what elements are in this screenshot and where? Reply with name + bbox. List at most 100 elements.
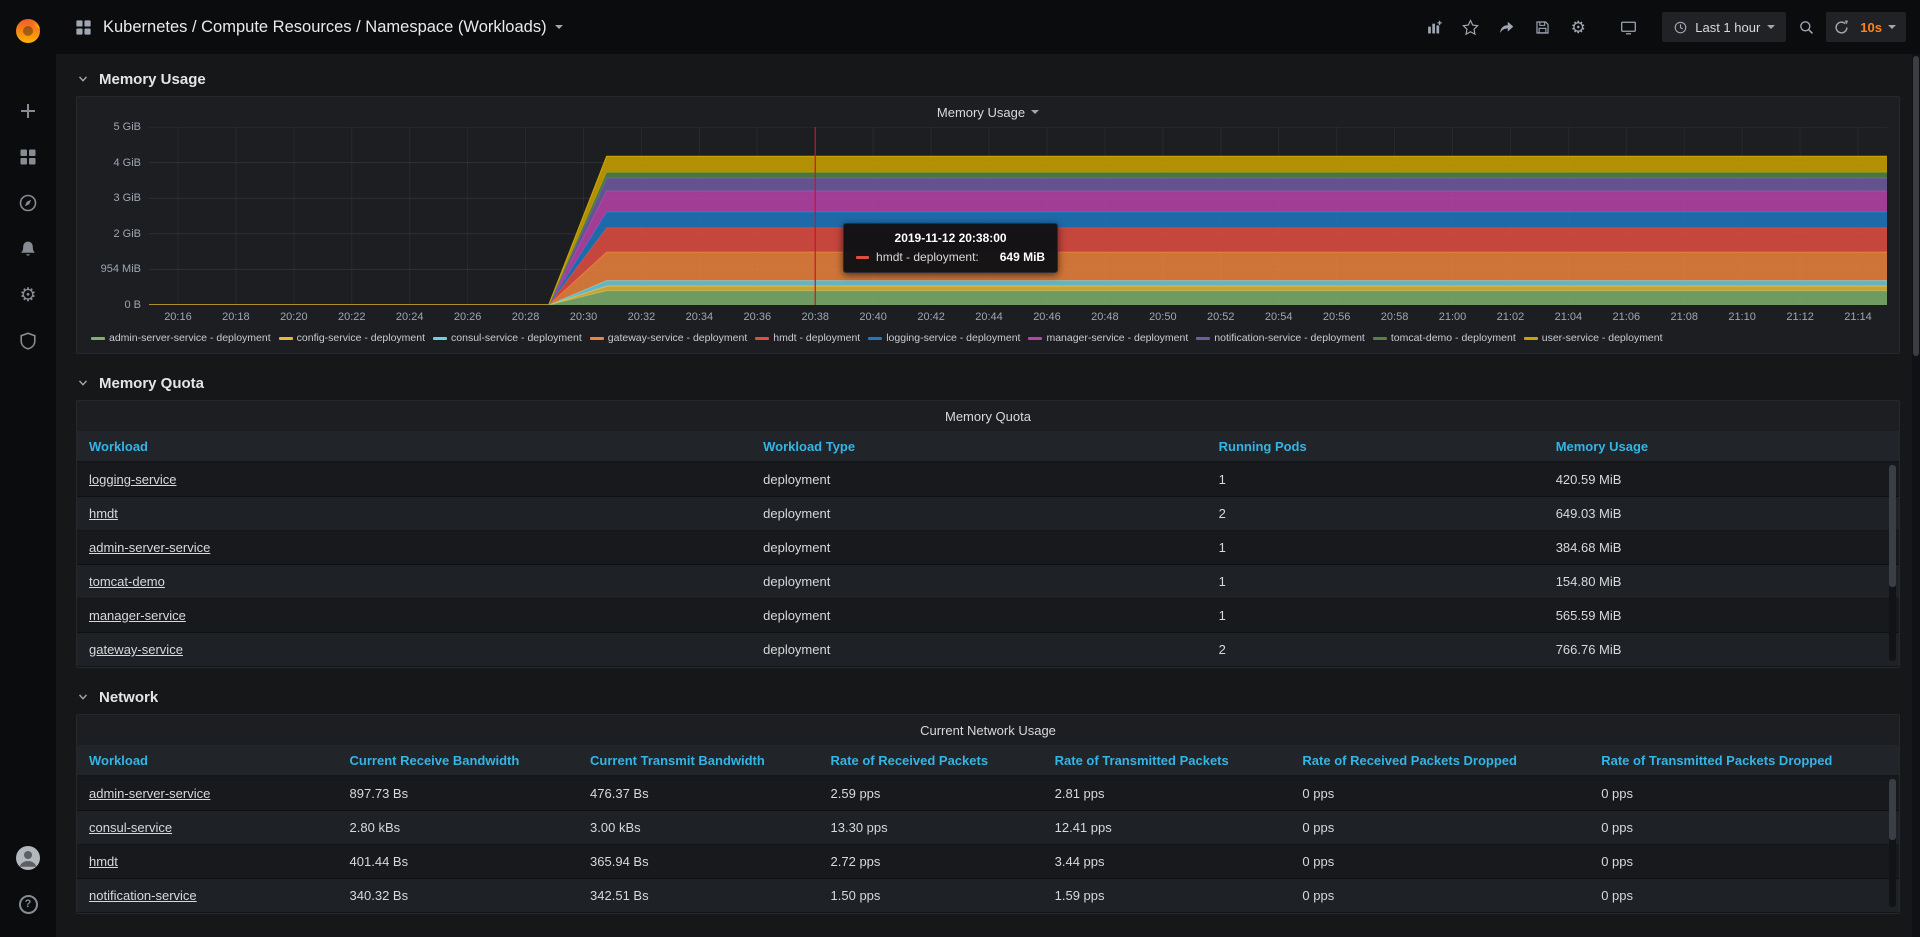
table-cell: gateway-service: [77, 642, 751, 657]
explore-compass-button[interactable]: [7, 182, 49, 224]
memory-quota-panel-title[interactable]: Memory Quota: [77, 401, 1899, 431]
workload-link[interactable]: logging-service: [89, 472, 176, 487]
x-axis-label: 21:08: [1670, 311, 1698, 323]
memory-usage-plot[interactable]: 2019-11-12 20:38:00 hmdt - deployment: 6…: [149, 127, 1887, 305]
x-axis-label: 20:56: [1323, 311, 1351, 323]
table-cell: deployment: [751, 608, 1207, 623]
column-header[interactable]: Workload Type: [751, 439, 1207, 454]
table-cell: 565.59 MiB: [1544, 608, 1899, 623]
memory-usage-panel-title[interactable]: Memory Usage: [77, 97, 1899, 127]
network-panel-title[interactable]: Current Network Usage: [77, 715, 1899, 745]
legend-item[interactable]: manager-service - deployment: [1028, 332, 1188, 344]
table-scrollbar[interactable]: [1889, 465, 1896, 661]
table-row: manager-servicedeployment1565.59 MiB: [77, 599, 1899, 633]
legend-item[interactable]: admin-server-service - deployment: [91, 332, 271, 344]
column-header[interactable]: Rate of Transmitted Packets Dropped: [1589, 753, 1899, 768]
create-plus-button[interactable]: [7, 90, 49, 132]
refresh-controls: 10s: [1826, 12, 1906, 42]
legend-item[interactable]: consul-service - deployment: [433, 332, 582, 344]
share-button[interactable]: [1490, 12, 1522, 42]
table-cell: 154.80 MiB: [1544, 574, 1899, 589]
tooltip-series-row: hmdt - deployment: 649 MiB: [856, 250, 1045, 264]
column-header[interactable]: Rate of Received Packets: [819, 753, 1043, 768]
column-header[interactable]: Workload: [77, 439, 751, 454]
workload-link[interactable]: hmdt: [89, 506, 118, 521]
cycle-view-monitor-button[interactable]: [1612, 12, 1644, 42]
dashboard-grid-icon[interactable]: [74, 18, 93, 37]
workload-link[interactable]: gateway-service: [89, 642, 183, 657]
table-cell: 1.59 pps: [1043, 888, 1291, 903]
column-header[interactable]: Memory Usage: [1544, 439, 1899, 454]
add-panel-button[interactable]: [1418, 12, 1450, 42]
x-axis-label: 21:04: [1555, 311, 1583, 323]
legend-label: consul-service - deployment: [451, 332, 582, 344]
workload-link[interactable]: consul-service: [89, 820, 172, 835]
refresh-button[interactable]: [1826, 12, 1856, 42]
scrollbar-thumb[interactable]: [1913, 56, 1919, 356]
x-axis-label: 21:06: [1613, 311, 1641, 323]
scrollbar-thumb[interactable]: [1889, 465, 1896, 587]
dashboard-title[interactable]: Kubernetes / Compute Resources / Namespa…: [103, 18, 563, 37]
section-memory-usage[interactable]: Memory Usage: [76, 62, 1900, 96]
column-header[interactable]: Workload: [77, 753, 338, 768]
workload-link[interactable]: hmdt: [89, 854, 118, 869]
table-cell: 0 pps: [1589, 888, 1899, 903]
table-header-row: WorkloadCurrent Receive BandwidthCurrent…: [77, 745, 1899, 777]
scrollbar-thumb[interactable]: [1889, 779, 1896, 840]
table-cell: 340.32 Bs: [338, 888, 579, 903]
legend-label: manager-service - deployment: [1046, 332, 1188, 344]
help-button[interactable]: ?: [7, 883, 49, 925]
page-scrollbar[interactable]: [1912, 54, 1920, 937]
x-axis-label: 20:58: [1381, 311, 1409, 323]
column-header[interactable]: Current Receive Bandwidth: [338, 753, 579, 768]
alerting-bell-button[interactable]: [7, 228, 49, 270]
table-scrollbar[interactable]: [1889, 779, 1896, 907]
chevron-down-icon: [1031, 110, 1039, 114]
panel-title-text: Current Network Usage: [920, 723, 1056, 738]
legend-item[interactable]: hmdt - deployment: [755, 332, 860, 344]
chart-legend: admin-server-service - deployment config-…: [77, 329, 1899, 353]
grafana-logo[interactable]: [10, 12, 46, 48]
workload-link[interactable]: manager-service: [89, 608, 186, 623]
section-network[interactable]: Network: [76, 680, 1900, 714]
column-header[interactable]: Rate of Received Packets Dropped: [1290, 753, 1589, 768]
column-header[interactable]: Running Pods: [1207, 439, 1544, 454]
table-cell: 401.44 Bs: [338, 854, 579, 869]
section-memory-quota[interactable]: Memory Quota: [76, 366, 1900, 400]
save-button[interactable]: [1526, 12, 1558, 42]
tooltip-series-value: 649 MiB: [1000, 250, 1045, 264]
x-axis-label: 21:12: [1786, 311, 1814, 323]
x-axis-label: 20:22: [338, 311, 366, 323]
legend-item[interactable]: config-service - deployment: [279, 332, 425, 344]
x-axis-label: 21:14: [1844, 311, 1872, 323]
user-avatar[interactable]: [7, 837, 49, 879]
legend-item[interactable]: tomcat-demo - deployment: [1373, 332, 1516, 344]
y-axis-label: 3 GiB: [113, 192, 141, 204]
star-button[interactable]: [1454, 12, 1486, 42]
server-admin-shield-button[interactable]: [7, 320, 49, 362]
dashboard-settings-button[interactable]: ⚙: [1562, 12, 1594, 42]
legend-item[interactable]: logging-service - deployment: [868, 332, 1020, 344]
configuration-gear-button[interactable]: ⚙: [7, 274, 49, 316]
zoom-out-button[interactable]: [1790, 12, 1822, 42]
table-cell: 649.03 MiB: [1544, 506, 1899, 521]
column-header[interactable]: Rate of Transmitted Packets: [1043, 753, 1291, 768]
refresh-interval-select[interactable]: 10s: [1856, 12, 1906, 42]
x-axis-label: 20:44: [975, 311, 1003, 323]
x-axis-label: 20:28: [512, 311, 540, 323]
column-header[interactable]: Current Transmit Bandwidth: [578, 753, 819, 768]
legend-item[interactable]: user-service - deployment: [1524, 332, 1663, 344]
workload-link[interactable]: admin-server-service: [89, 786, 210, 801]
table-row: notification-service340.32 Bs342.51 Bs1.…: [77, 879, 1899, 913]
dashboards-button[interactable]: [7, 136, 49, 178]
table-cell: hmdt: [77, 854, 338, 869]
legend-item[interactable]: gateway-service - deployment: [590, 332, 747, 344]
workload-link[interactable]: admin-server-service: [89, 540, 210, 555]
time-range-picker[interactable]: Last 1 hour: [1662, 12, 1786, 42]
legend-item[interactable]: notification-service - deployment: [1196, 332, 1365, 344]
y-axis-label: 5 GiB: [113, 121, 141, 133]
workload-link[interactable]: tomcat-demo: [89, 574, 165, 589]
table-cell: 1.50 pps: [819, 888, 1043, 903]
workload-link[interactable]: notification-service: [89, 888, 197, 903]
table-cell: 0 pps: [1589, 820, 1899, 835]
